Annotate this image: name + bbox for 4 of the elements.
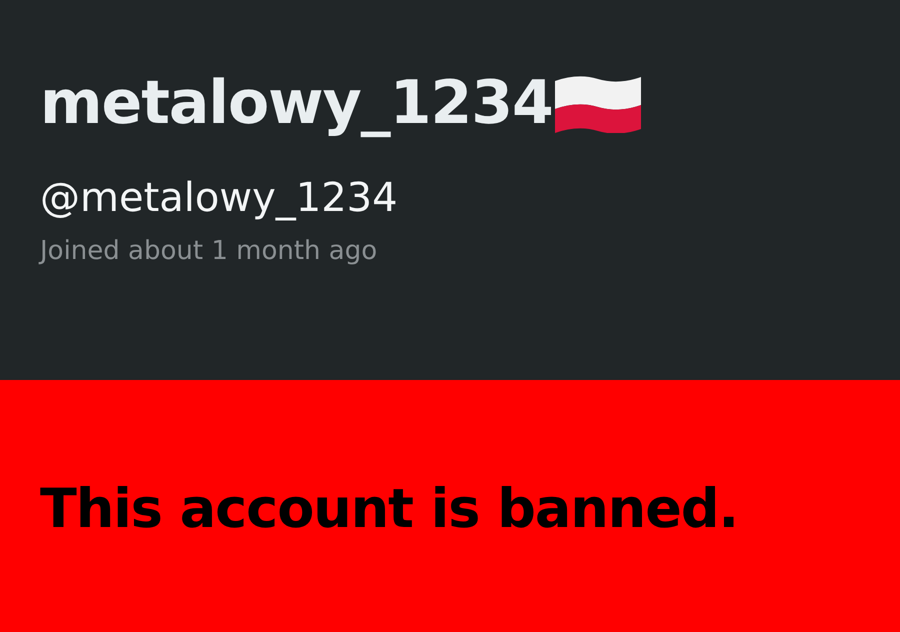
join-date: Joined about 1 month ago [40,235,378,268]
username-handle: @metalowy_1234 [40,176,399,220]
display-name: metalowy_1234 [40,70,553,136]
ban-message: This account is banned. [40,476,738,542]
